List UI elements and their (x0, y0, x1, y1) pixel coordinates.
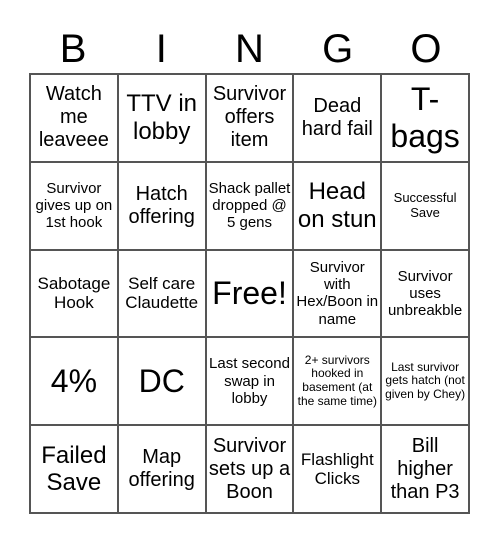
bingo-cell[interactable]: Survivor sets up a Boon (205, 425, 294, 513)
bingo-cell[interactable]: Failed Save (30, 425, 118, 513)
bingo-cell[interactable]: Self care Claudette (117, 249, 206, 338)
bingo-cell[interactable]: Shack pallet dropped @ 5 gens (205, 161, 294, 250)
bingo-cell[interactable]: TTV in lobby (117, 74, 206, 162)
bingo-grid: Watch me leaveee TTV in lobby Survivor o… (29, 73, 470, 514)
bingo-cell[interactable]: Survivor uses unbreakble (381, 249, 469, 338)
bingo-cell[interactable]: Survivor offers item (205, 74, 294, 162)
bingo-cell[interactable]: Head on stun (293, 161, 382, 250)
bingo-cell[interactable]: Flashlight Clicks (293, 425, 382, 513)
header-letter-b: B (59, 27, 87, 71)
bingo-cell[interactable]: 2+ survivors hooked in basement (at the … (293, 337, 382, 426)
header-letter-g: G (322, 27, 354, 71)
bingo-cell[interactable]: Sabotage Hook (30, 249, 118, 338)
header-letter-o: O (410, 27, 442, 71)
bingo-cell[interactable]: Map offering (117, 425, 206, 513)
bingo-cell[interactable]: 4% (30, 337, 118, 426)
bingo-header: B I N G O (29, 24, 470, 74)
bingo-cell[interactable]: Dead hard fail (293, 74, 382, 162)
header-letter-n: N (235, 27, 264, 71)
bingo-cell[interactable]: Survivor with Hex/Boon in name (293, 249, 382, 338)
bingo-cell[interactable]: Watch me leaveee (30, 74, 118, 162)
bingo-cell[interactable]: Hatch offering (117, 161, 206, 250)
free-space-cell[interactable]: Free! (205, 249, 294, 338)
bingo-cell[interactable]: Last second swap in lobby (205, 337, 294, 426)
bingo-cell[interactable]: Bill higher than P3 (381, 425, 469, 513)
bingo-cell[interactable]: T-bags (381, 74, 469, 162)
bingo-cell[interactable]: DC (117, 337, 206, 426)
header-letter-i: I (155, 27, 167, 71)
bingo-cell[interactable]: Last survivor gets hatch (not given by C… (381, 337, 469, 426)
bingo-cell[interactable]: Survivor gives up on 1st hook (30, 161, 118, 250)
bingo-cell[interactable]: Successful Save (381, 161, 469, 250)
